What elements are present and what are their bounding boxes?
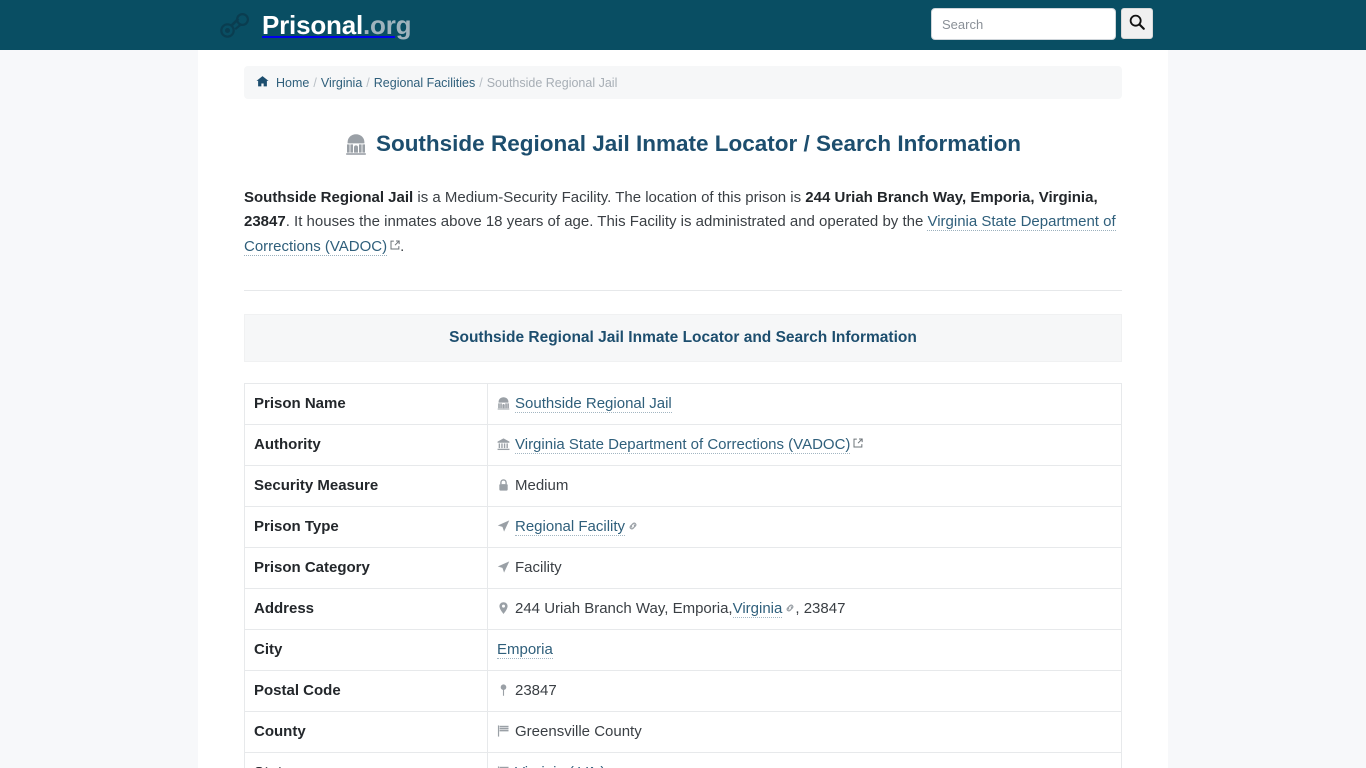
table-row: Authority Virginia State Department of C… [244,423,1122,466]
breadcrumb: Home / Virginia / Regional Facilities / … [244,66,1122,99]
site-header: Prisonal.org [0,0,1366,50]
intro-paragraph: Southside Regional Jail is a Medium-Secu… [244,186,1122,259]
row-label: Postal Code [244,669,488,712]
chain-link-icon [625,518,638,535]
row-value-link[interactable]: Virginia State Department of Corrections… [515,436,851,454]
table-row: Prison Name Southside Regional Jail [244,382,1122,425]
table-row: Address 244 Uriah Branch Way, Emporia, V… [244,587,1122,630]
row-value-prefix: 244 Uriah Branch Way, Emporia, [515,600,733,618]
row-label: State [244,751,488,768]
page-container: Home / Virginia / Regional Facilities / … [198,50,1168,768]
breadcrumb-separator-1: / [313,75,317,90]
section-divider [244,289,1122,291]
row-value-text: 23847 [515,682,557,700]
row-value-text: Facility [515,559,562,577]
site-logo[interactable]: Prisonal.org [218,10,412,40]
row-value-suffix: , 23847 [795,600,846,618]
row-value: Greensville County [487,710,1122,753]
table-row: State Virginia ( VA ) [244,751,1122,768]
location-arrow-icon [497,518,515,535]
row-label: Authority [244,423,488,466]
page-title: Southside Regional Jail Inmate Locator /… [244,130,1122,157]
row-value: Regional Facility [487,505,1122,548]
location-arrow-icon [497,559,515,576]
row-label: Prison Category [244,546,488,589]
lock-icon [497,477,515,494]
breadcrumb-virginia[interactable]: Virginia [321,76,362,90]
row-value-link[interactable]: Regional Facility [515,518,626,536]
table-row: Security Measure Medium [244,464,1122,507]
table-row: Prison Category Facility [244,546,1122,589]
home-icon [256,75,272,90]
breadcrumb-current: Southside Regional Jail [486,75,618,90]
breadcrumb-separator-2: / [366,75,370,90]
intro-part3: . [400,237,405,255]
landmark-dome-icon [497,395,515,412]
row-value-text: Medium [515,477,569,495]
facility-info-table: Prison Name Southside Regional Jail Auth… [244,382,1122,768]
row-value-link[interactable]: Emporia [497,641,553,659]
page-title-text: Southside Regional Jail Inmate Locator /… [375,131,1022,156]
search-button[interactable] [1121,8,1153,39]
table-row: City Emporia [244,628,1122,671]
breadcrumb-regional-facilities[interactable]: Regional Facilities [374,76,475,90]
logo-tld: .org [363,10,412,40]
breadcrumb-home[interactable]: Home [276,76,309,90]
map-marker-icon [497,682,515,699]
flag-icon [497,723,515,740]
flag-icon [497,764,515,768]
table-row: Prison Type Regional Facility [244,505,1122,548]
row-label: Security Measure [244,464,488,507]
landmark-dome-icon [345,133,367,155]
table-row: County Greensville County [244,710,1122,753]
row-value-link[interactable]: Southside Regional Jail [515,395,672,413]
row-value: Emporia [487,628,1122,671]
map-pin-icon [497,600,515,617]
breadcrumb-separator-3: / [479,75,483,90]
row-value-text: Greensville County [515,723,642,741]
bank-icon [497,436,515,453]
row-value: Facility [487,546,1122,589]
logo-name: Prisonal [262,10,363,40]
row-value: Medium [487,464,1122,507]
search-input[interactable] [931,8,1116,40]
external-link-icon [387,238,400,255]
intro-part2: . It houses the inmates above 18 years o… [285,213,928,231]
row-label: Prison Type [244,505,488,548]
row-label: County [244,710,488,753]
handcuffs-icon [218,10,252,40]
row-value: 244 Uriah Branch Way, Emporia, Virginia,… [487,587,1122,630]
search-area [931,8,1153,40]
row-value: Virginia State Department of Corrections… [487,423,1122,466]
row-value: 23847 [487,669,1122,712]
intro-facility-name: Southside Regional Jail [244,189,414,206]
row-label: City [244,628,488,671]
external-link-icon [850,436,864,453]
chain-link-icon [605,764,618,768]
chain-link-icon [782,600,795,617]
logo-text: Prisonal.org [262,10,412,40]
row-label: Prison Name [244,382,488,425]
row-value: Virginia ( VA ) [487,751,1122,768]
row-value-link[interactable]: Virginia ( VA ) [515,764,605,768]
row-value: Southside Regional Jail [487,382,1122,425]
row-label: Address [244,587,488,630]
table-caption: Southside Regional Jail Inmate Locator a… [244,313,1122,362]
intro-part1: is a Medium-Security Facility. The locat… [413,189,806,206]
table-row: Postal Code 23847 [244,669,1122,712]
row-value-link[interactable]: Virginia [732,600,783,618]
search-icon [1128,13,1146,34]
